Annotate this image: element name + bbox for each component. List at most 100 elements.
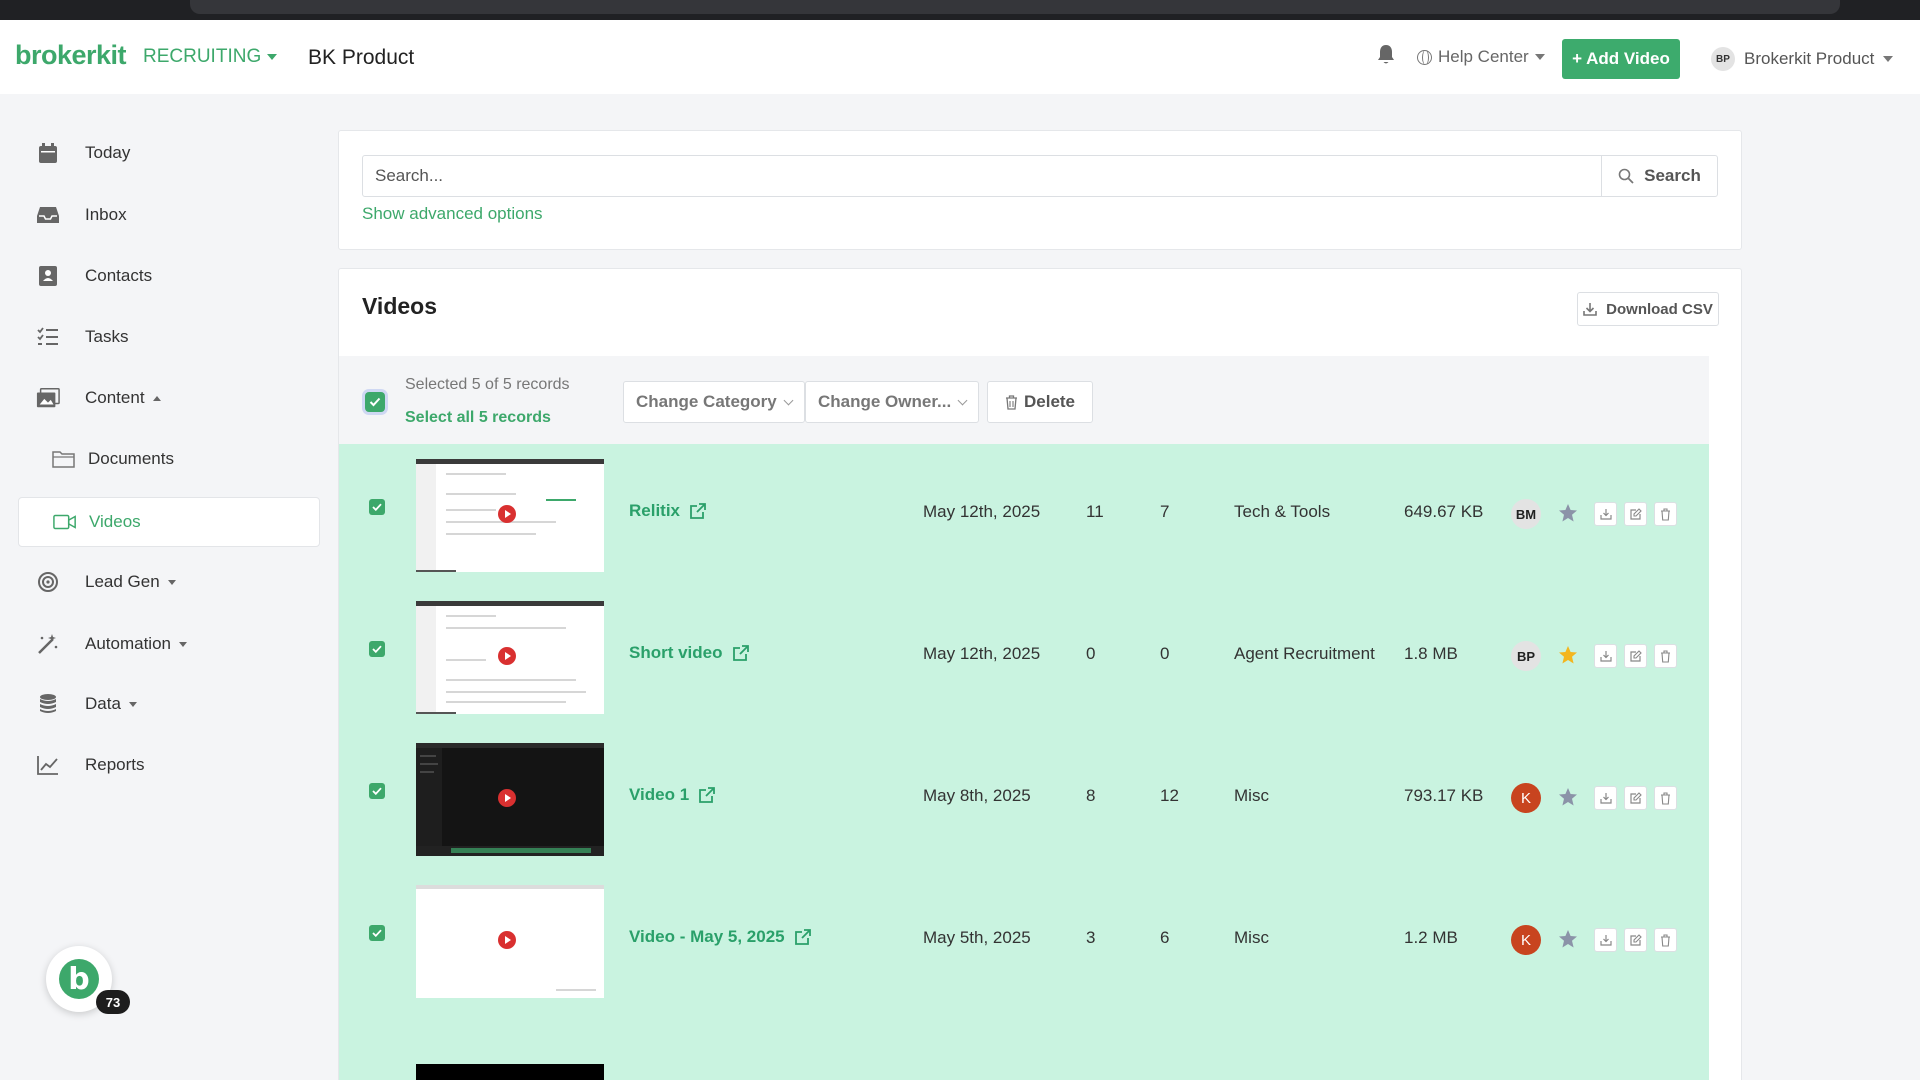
- edit-icon: [1629, 508, 1642, 520]
- edit-button[interactable]: [1624, 786, 1647, 810]
- download-button[interactable]: [1594, 786, 1617, 810]
- bubble-logo: b: [59, 959, 99, 999]
- edit-button[interactable]: [1624, 502, 1647, 526]
- change-owner-dropdown[interactable]: Change Owner...: [805, 381, 980, 423]
- download-csv-button[interactable]: Download CSV: [1577, 292, 1719, 326]
- sidebar-item-today[interactable]: Today: [18, 128, 320, 178]
- external-link-icon: [690, 503, 706, 519]
- video-title: Relitix: [629, 501, 681, 520]
- notification-count-badge: 73: [96, 990, 130, 1014]
- sidebar-item-label: Tasks: [85, 327, 129, 346]
- sidebar-item-label: Documents: [88, 449, 174, 468]
- sidebar-item-label: Data: [85, 694, 121, 713]
- search-button[interactable]: Search: [1601, 155, 1718, 197]
- chevron-down-icon: [957, 395, 968, 405]
- user-menu[interactable]: BP Brokerkit Product: [1711, 47, 1894, 71]
- star-icon[interactable]: [1558, 787, 1578, 807]
- stat-count-b: 0: [1160, 644, 1170, 663]
- sidebar-item-documents[interactable]: Documents: [18, 434, 320, 484]
- created-date: May 12th, 2025: [923, 644, 1041, 663]
- sidebar-item-inbox[interactable]: Inbox: [18, 190, 320, 240]
- globe-icon: [1417, 49, 1432, 65]
- chat-bubble[interactable]: b 73: [46, 946, 130, 1014]
- sidebar-item-label: Content: [85, 388, 145, 407]
- address-bar[interactable]: [190, 0, 1840, 14]
- brand-logo[interactable]: brokerkit: [15, 40, 127, 71]
- delete-row-button[interactable]: [1654, 786, 1677, 810]
- table-row[interactable]: Short video May 12th, 2025 0 0 Agent Rec…: [339, 586, 1709, 728]
- video-title-link[interactable]: Relitix: [629, 501, 706, 521]
- sidebar-item-lead-gen[interactable]: Lead Gen: [18, 557, 320, 607]
- bell-icon[interactable]: [1376, 44, 1396, 66]
- videos-table: Relitix May 12th, 2025 11 7 Tech & Tools…: [339, 444, 1709, 1080]
- change-owner-label: Change Owner...: [818, 392, 952, 411]
- delete-button[interactable]: Delete: [987, 381, 1093, 423]
- delete-row-button[interactable]: [1654, 502, 1677, 526]
- edit-button[interactable]: [1624, 928, 1647, 952]
- download-button[interactable]: [1594, 928, 1617, 952]
- help-center-menu[interactable]: Help Center: [1417, 47, 1545, 67]
- module-switcher[interactable]: RECRUITING: [143, 46, 278, 68]
- row-checkbox[interactable]: [369, 925, 385, 941]
- video-thumbnail[interactable]: [416, 1064, 604, 1080]
- add-video-button[interactable]: + Add Video: [1562, 39, 1680, 79]
- play-icon: [498, 505, 516, 523]
- download-button[interactable]: [1594, 502, 1617, 526]
- table-row[interactable]: Video - May 5, 2025 May 5th, 2025 3 6 Mi…: [339, 870, 1709, 1012]
- star-icon[interactable]: [1558, 503, 1578, 523]
- row-checkbox[interactable]: [369, 641, 385, 657]
- select-all-checkbox[interactable]: [365, 392, 385, 412]
- trash-icon: [1005, 394, 1017, 410]
- magic-wand-icon: [36, 632, 60, 656]
- select-all-records-link[interactable]: Select all 5 records: [405, 409, 551, 427]
- chevron-down-icon: [1534, 54, 1545, 60]
- file-size: 649.67 KB: [1404, 502, 1484, 521]
- star-icon[interactable]: [1558, 929, 1578, 949]
- stat-count-a: 8: [1086, 786, 1096, 805]
- change-category-dropdown[interactable]: Change Category: [623, 381, 805, 423]
- video-title-link[interactable]: Short video: [629, 643, 749, 663]
- search-input[interactable]: [362, 155, 1602, 197]
- sidebar-item-content[interactable]: Content: [18, 373, 320, 423]
- sidebar-item-data[interactable]: Data: [18, 679, 320, 729]
- owner-avatar: BP: [1511, 641, 1541, 671]
- created-date: May 5th, 2025: [923, 928, 1031, 947]
- video-title: Video 1: [629, 785, 690, 804]
- sidebar: Today Inbox Contacts Tasks Content Docum…: [0, 94, 338, 1080]
- download-icon: [1599, 651, 1612, 662]
- row-checkbox[interactable]: [369, 783, 385, 799]
- sidebar-item-label: Videos: [89, 512, 141, 531]
- selection-count: Selected 5 of 5 records: [405, 376, 570, 393]
- sidebar-item-contacts[interactable]: Contacts: [18, 251, 320, 301]
- video-thumbnail[interactable]: [416, 601, 604, 714]
- star-icon[interactable]: [1558, 645, 1578, 665]
- sidebar-item-videos[interactable]: Videos: [18, 497, 320, 547]
- table-row[interactable]: Relitix May 12th, 2025 11 7 Tech & Tools…: [339, 444, 1709, 586]
- videos-panel: Videos Download CSV Selected 5 of 5 reco…: [338, 268, 1742, 1080]
- owner-avatar: K: [1511, 925, 1541, 955]
- chevron-down-icon: [128, 701, 137, 707]
- edit-button[interactable]: [1624, 644, 1647, 668]
- delete-row-button[interactable]: [1654, 928, 1677, 952]
- sidebar-item-automation[interactable]: Automation: [18, 619, 320, 669]
- chevron-down-icon: [167, 579, 176, 585]
- user-name: Brokerkit Product: [1744, 49, 1875, 68]
- sidebar-item-reports[interactable]: Reports: [18, 740, 320, 790]
- video-title-link[interactable]: Video - May 5, 2025: [629, 927, 811, 947]
- show-advanced-options-link[interactable]: Show advanced options: [362, 204, 543, 224]
- video-title-link[interactable]: Video 1: [629, 785, 716, 805]
- file-size: 1.8 MB: [1404, 644, 1458, 663]
- row-checkbox[interactable]: [369, 499, 385, 515]
- download-button[interactable]: [1594, 644, 1617, 668]
- stat-count-b: 12: [1160, 786, 1179, 805]
- sidebar-item-label: Automation: [85, 634, 171, 653]
- checkmark-icon: [372, 645, 382, 653]
- video-thumbnail[interactable]: [416, 459, 604, 572]
- delete-row-button[interactable]: [1654, 644, 1677, 668]
- video-thumbnail[interactable]: [416, 743, 604, 856]
- download-icon: [1599, 935, 1612, 946]
- table-row[interactable]: Video 1 May 8th, 2025 8 12 Misc 793.17 K…: [339, 728, 1709, 870]
- sidebar-item-label: Reports: [85, 755, 145, 774]
- video-thumbnail[interactable]: [416, 885, 604, 998]
- sidebar-item-tasks[interactable]: Tasks: [18, 312, 320, 362]
